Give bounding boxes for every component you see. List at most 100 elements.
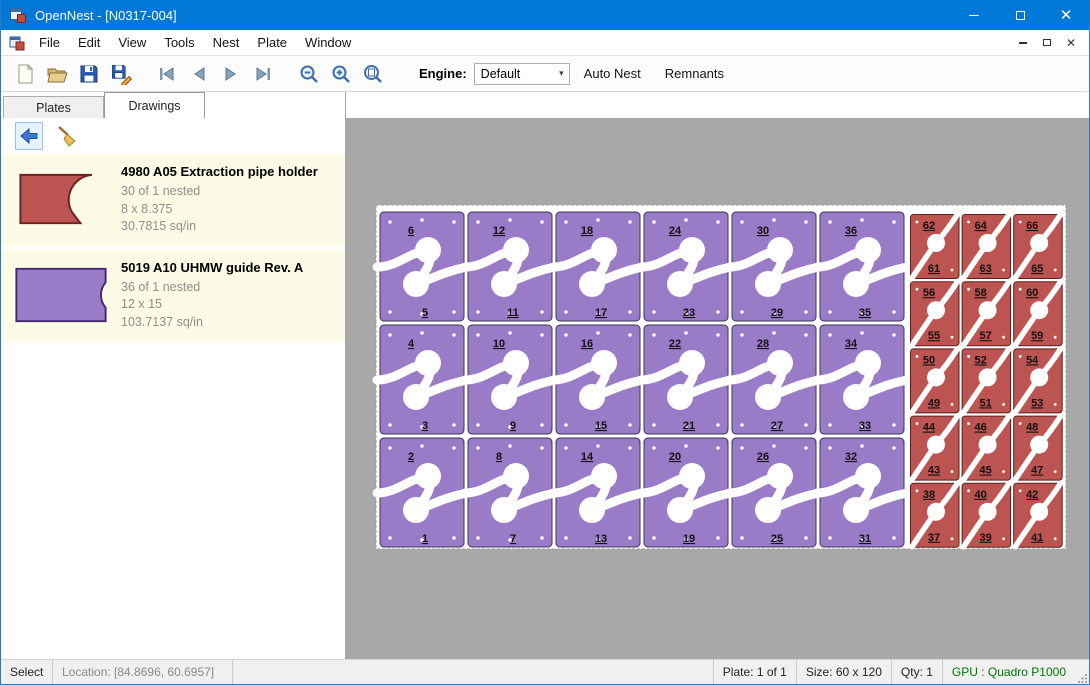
nest-part-pair-purple[interactable]: 2423 [641, 212, 731, 321]
engine-label: Engine: [419, 66, 467, 81]
tab-plates[interactable]: Plates [3, 96, 104, 118]
nest-part-pair-red[interactable]: 5655 [911, 282, 960, 346]
menu-tools[interactable]: Tools [155, 35, 203, 50]
nest-part-pair-purple[interactable]: 87 [465, 438, 555, 547]
return-part-button[interactable] [15, 122, 43, 150]
nest-part-pair-purple[interactable]: 2625 [729, 438, 819, 547]
nest-part-pair-red[interactable]: 4241 [1014, 483, 1062, 547]
svg-text:5: 5 [422, 307, 428, 319]
nest-part-pair-purple[interactable]: 2221 [641, 325, 731, 434]
document-icon[interactable] [9, 35, 25, 51]
engine-select[interactable]: Default ▾ [474, 63, 570, 85]
clear-button[interactable] [53, 122, 81, 150]
go-next-button[interactable] [215, 59, 247, 89]
nest-part-pair-red[interactable]: 4847 [1014, 416, 1062, 480]
save-button[interactable] [73, 59, 105, 89]
nest-part-pair-red[interactable]: 5049 [911, 349, 960, 413]
nest-part-pair-red[interactable]: 5857 [962, 282, 1011, 346]
maximize-button[interactable] [997, 0, 1043, 30]
zoom-in-button[interactable] [325, 59, 357, 89]
nest-part-pair-purple[interactable]: 1817 [553, 212, 643, 321]
nest-part-pair-red[interactable]: 4645 [962, 416, 1011, 480]
svg-text:25: 25 [771, 533, 783, 545]
nest-part-pair-purple[interactable]: 2827 [729, 325, 819, 434]
engine-value: Default [481, 67, 521, 81]
nest-part-pair-purple[interactable]: 43 [377, 325, 467, 434]
nest-part-pair-red[interactable]: 6059 [1014, 282, 1062, 346]
svg-text:43: 43 [928, 465, 940, 477]
nest-part-pair-red[interactable]: 5453 [1014, 349, 1062, 413]
nest-plate-view[interactable]: 6512111817242330293635431091615222128273… [346, 92, 1089, 659]
svg-text:31: 31 [859, 533, 871, 545]
zoom-fit-button[interactable] [357, 59, 389, 89]
nest-canvas[interactable]: 6512111817242330293635431091615222128273… [346, 92, 1089, 659]
go-previous-button[interactable] [183, 59, 215, 89]
nest-part-pair-purple[interactable]: 3029 [729, 212, 819, 321]
svg-text:66: 66 [1026, 220, 1038, 232]
nest-part-pair-purple[interactable]: 65 [377, 212, 467, 321]
part-size: 12 x 15 [121, 296, 303, 314]
svg-text:55: 55 [928, 330, 940, 342]
list-item[interactable]: 4980 A05 Extraction pipe holder 30 of 1 … [1, 154, 345, 246]
menu-window[interactable]: Window [296, 35, 360, 50]
list-item[interactable]: 5019 A10 UHMW guide Rev. A 36 of 1 neste… [1, 250, 345, 342]
broom-icon [55, 124, 79, 148]
main-content: Plates Drawings [1, 92, 1089, 659]
nest-part-pair-purple[interactable]: 3231 [817, 438, 907, 547]
svg-text:64: 64 [974, 220, 987, 232]
svg-text:28: 28 [757, 338, 769, 350]
nest-part-pair-purple[interactable]: 2019 [641, 438, 731, 547]
resize-grip[interactable] [1075, 660, 1089, 684]
nest-part-pair-red[interactable]: 6665 [1014, 215, 1062, 279]
close-button[interactable]: ✕ [1043, 0, 1089, 30]
status-plate: Plate: 1 of 1 [713, 660, 796, 684]
menu-edit[interactable]: Edit [69, 35, 109, 50]
save-as-button[interactable] [105, 59, 137, 89]
new-button[interactable] [9, 59, 41, 89]
menu-plate[interactable]: Plate [248, 35, 296, 50]
svg-text:34: 34 [845, 338, 858, 350]
menu-nest[interactable]: Nest [204, 35, 249, 50]
svg-text:51: 51 [979, 397, 991, 409]
part-info: 5019 A10 UHMW guide Rev. A 36 of 1 neste… [121, 260, 303, 332]
nest-part-pair-purple[interactable]: 109 [465, 325, 555, 434]
remnants-button[interactable]: Remnants [655, 66, 734, 81]
auto-nest-button[interactable]: Auto Nest [574, 66, 651, 81]
svg-text:35: 35 [859, 307, 871, 319]
svg-text:12: 12 [493, 225, 505, 237]
go-first-button[interactable] [151, 59, 183, 89]
drawings-list: 4980 A05 Extraction pipe holder 30 of 1 … [1, 154, 345, 659]
mdi-minimize-button[interactable] [1013, 34, 1033, 52]
zoom-out-button[interactable] [293, 59, 325, 89]
nest-part-pair-purple[interactable]: 1615 [553, 325, 643, 434]
menu-view[interactable]: View [109, 35, 155, 50]
restore-icon [1043, 39, 1051, 46]
menu-file[interactable]: File [30, 35, 69, 50]
nest-part-pair-red[interactable]: 4039 [962, 483, 1011, 547]
svg-text:6: 6 [408, 225, 414, 237]
mdi-close-button[interactable]: ✕ [1061, 34, 1081, 52]
purple-part-shape [12, 263, 110, 327]
nest-part-pair-purple[interactable]: 3635 [817, 212, 907, 321]
svg-text:58: 58 [974, 287, 986, 299]
nest-part-pair-red[interactable]: 3837 [911, 483, 960, 547]
open-button[interactable] [41, 59, 73, 89]
nest-part-pair-purple[interactable]: 3433 [817, 325, 907, 434]
nest-part-pair-red[interactable]: 4443 [911, 416, 960, 480]
svg-text:59: 59 [1031, 330, 1043, 342]
nest-part-pair-red[interactable]: 6463 [962, 215, 1011, 279]
nest-part-pair-red[interactable]: 5251 [962, 349, 1011, 413]
nest-part-pair-purple[interactable]: 1413 [553, 438, 643, 547]
window-title: OpenNest - [N0317-004] [35, 8, 951, 23]
go-last-button[interactable] [247, 59, 279, 89]
tab-drawings[interactable]: Drawings [104, 92, 205, 118]
nest-part-pair-purple[interactable]: 1211 [465, 212, 555, 321]
mdi-restore-button[interactable] [1037, 34, 1057, 52]
svg-text:29: 29 [771, 307, 783, 319]
tab-strip: Plates Drawings [1, 92, 345, 118]
new-file-icon [14, 63, 36, 85]
part-area: 30.7815 sq/in [121, 218, 318, 236]
nest-part-pair-purple[interactable]: 21 [377, 438, 467, 547]
minimize-button[interactable] [951, 0, 997, 30]
nest-part-pair-red[interactable]: 6261 [911, 215, 960, 279]
